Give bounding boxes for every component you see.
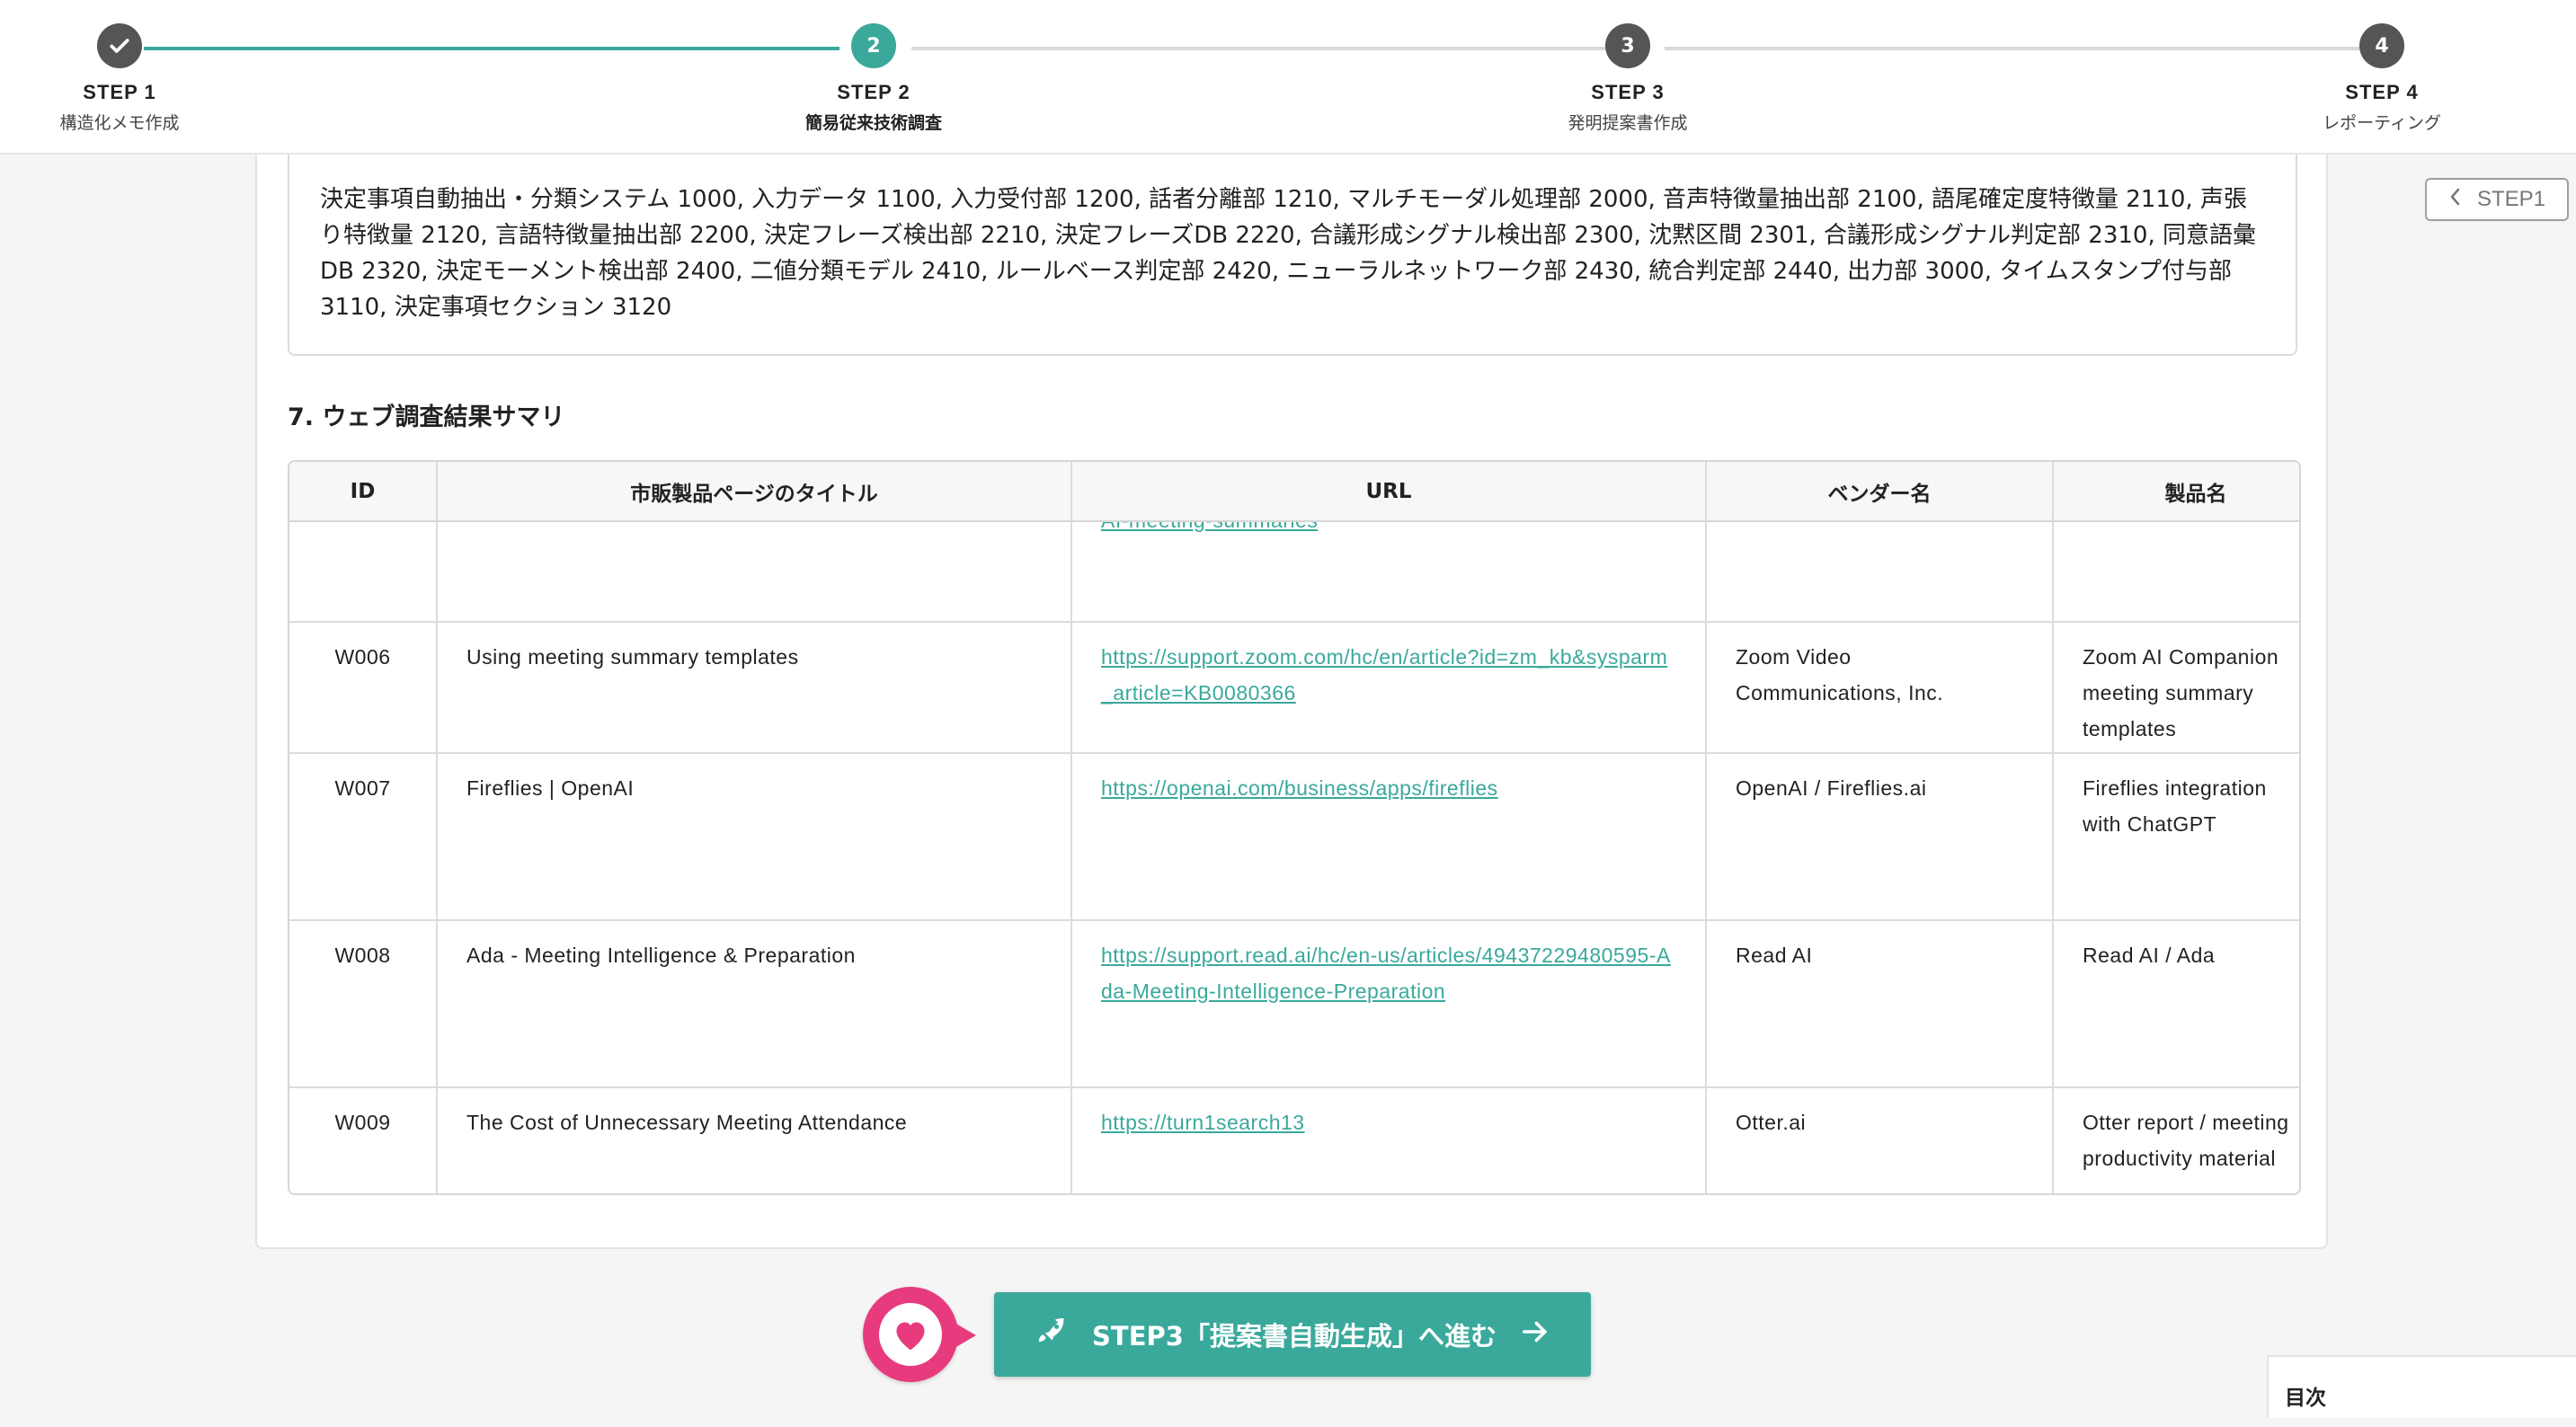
- cell-title: Ada - Meeting Intelligence & Preparation: [437, 920, 1072, 1088]
- table-row: W008 Ada - Meeting Intelligence & Prepar…: [289, 920, 2299, 1088]
- column-header-title: 市販製品ページのタイトル: [437, 462, 1072, 522]
- step-3-number: 3: [1605, 23, 1650, 68]
- proceed-step3-label: STEP3「提案書自動生成」へ進む: [1092, 1321, 1497, 1352]
- column-header-url: URL: [1071, 462, 1707, 522]
- step-3[interactable]: 3 STEP 3 発明提案書作成: [1484, 23, 1772, 134]
- step-2-subtitle: 簡易従来技術調査: [804, 113, 942, 133]
- step-4-number: 4: [2359, 23, 2404, 68]
- step-1[interactable]: STEP 1 構造化メモ作成: [0, 23, 263, 134]
- table-row: AI-meeting-summaries: [289, 521, 2299, 623]
- heart-badge: [863, 1287, 976, 1382]
- cell-url: https://support.read.ai/hc/en-us/article…: [1071, 920, 1707, 1088]
- cell-url: https://turn1search13: [1071, 1087, 1707, 1193]
- back-to-step1-label: STEP1: [2476, 187, 2546, 211]
- cell-vendor: Zoom Video Communications, Inc.: [1706, 622, 2054, 754]
- cell-product: Read AI / Ada: [2053, 920, 2299, 1088]
- table-row: W006 Using meeting summary templates htt…: [289, 622, 2299, 754]
- cell-vendor: [1706, 521, 2054, 623]
- cell-id: [289, 521, 438, 623]
- chevron-left-icon: [2448, 187, 2461, 213]
- cell-title: [437, 521, 1072, 623]
- step-1-subtitle: 構造化メモ作成: [59, 113, 180, 133]
- table-header-row: ID 市販製品ページのタイトル URL ベンダー名 製品名: [289, 462, 2299, 522]
- step-2[interactable]: 2 STEP 2 簡易従来技術調査: [730, 23, 1017, 134]
- column-header-product: 製品名: [2053, 462, 2299, 522]
- component-list-box: 決定事項自動抽出・分類システム 1000, 入力データ 1100, 入力受付部 …: [288, 155, 2297, 356]
- check-icon: [97, 23, 142, 68]
- cell-id: W007: [289, 753, 438, 921]
- url-link[interactable]: https://turn1search13: [1101, 1111, 1305, 1134]
- cell-url: https://openai.com/business/apps/firefli…: [1071, 753, 1707, 921]
- url-link[interactable]: AI-meeting-summaries: [1101, 521, 1676, 538]
- cell-vendor: Read AI: [1706, 920, 2054, 1088]
- cell-url: https://support.zoom.com/hc/en/article?i…: [1071, 622, 1707, 754]
- web-survey-table[interactable]: ID 市販製品ページのタイトル URL ベンダー名 製品名 AI-meeting…: [288, 460, 2301, 1195]
- arrow-right-icon: [1520, 1318, 1550, 1352]
- cell-product: Otter report / meeting productivity mate…: [2053, 1087, 2299, 1193]
- cell-url: AI-meeting-summaries: [1071, 521, 1707, 623]
- cell-product: [2053, 521, 2299, 623]
- step-4-title: STEP 4: [2345, 81, 2419, 103]
- proceed-step3-button[interactable]: STEP3「提案書自動生成」へ進む: [994, 1292, 1591, 1377]
- cell-id: W008: [289, 920, 438, 1088]
- step-3-subtitle: 発明提案書作成: [1568, 113, 1688, 133]
- cell-vendor: Otter.ai: [1706, 1087, 2054, 1193]
- column-header-vendor: ベンダー名: [1706, 462, 2054, 522]
- column-header-id: ID: [289, 462, 438, 522]
- table-of-contents-toggle[interactable]: 目次: [2267, 1355, 2576, 1418]
- step-2-number: 2: [851, 23, 896, 68]
- step-4-subtitle: レポーティング: [2323, 113, 2441, 133]
- table-row: W007 Fireflies | OpenAI https://openai.c…: [289, 753, 2299, 921]
- back-to-step1-button[interactable]: STEP1: [2425, 178, 2569, 221]
- main-card: 決定事項自動抽出・分類システム 1000, 入力データ 1100, 入力受付部 …: [255, 155, 2328, 1249]
- rocket-icon: [1035, 1315, 1069, 1355]
- toc-label: 目次: [2285, 1387, 2326, 1410]
- step-2-title: STEP 2: [837, 81, 910, 103]
- component-list-text: 決定事項自動抽出・分類システム 1000, 入力データ 1100, 入力受付部 …: [320, 186, 2256, 321]
- step-4[interactable]: 4 STEP 4 レポーティング: [2238, 23, 2526, 134]
- section-title: 7. ウェブ調査結果サマリ: [288, 403, 565, 431]
- cell-id: W006: [289, 622, 438, 754]
- next-step-cta: STEP3「提案書自動生成」へ進む: [863, 1287, 1591, 1384]
- step-1-title: STEP 1: [83, 81, 156, 103]
- cell-title: The Cost of Unnecessary Meeting Attendan…: [437, 1087, 1072, 1193]
- cell-product: Zoom AI Companion meeting summary templa…: [2053, 622, 2299, 754]
- cell-title: Using meeting summary templates: [437, 622, 1072, 754]
- cell-vendor: OpenAI / Fireflies.ai: [1706, 753, 2054, 921]
- cell-title: Fireflies | OpenAI: [437, 753, 1072, 921]
- stepper: STEP 1 構造化メモ作成 2 STEP 2 簡易従来技術調査 3 STEP …: [0, 0, 2576, 155]
- url-link[interactable]: https://support.read.ai/hc/en-us/article…: [1101, 944, 1671, 1003]
- step-3-title: STEP 3: [1591, 81, 1665, 103]
- cell-id: W009: [289, 1087, 438, 1193]
- url-link[interactable]: https://openai.com/business/apps/firefli…: [1101, 776, 1498, 800]
- cell-product: Fireflies integration with ChatGPT: [2053, 753, 2299, 921]
- heart-icon: [879, 1303, 942, 1366]
- table-row: W009 The Cost of Unnecessary Meeting Att…: [289, 1087, 2299, 1193]
- url-link[interactable]: https://support.zoom.com/hc/en/article?i…: [1101, 645, 1667, 705]
